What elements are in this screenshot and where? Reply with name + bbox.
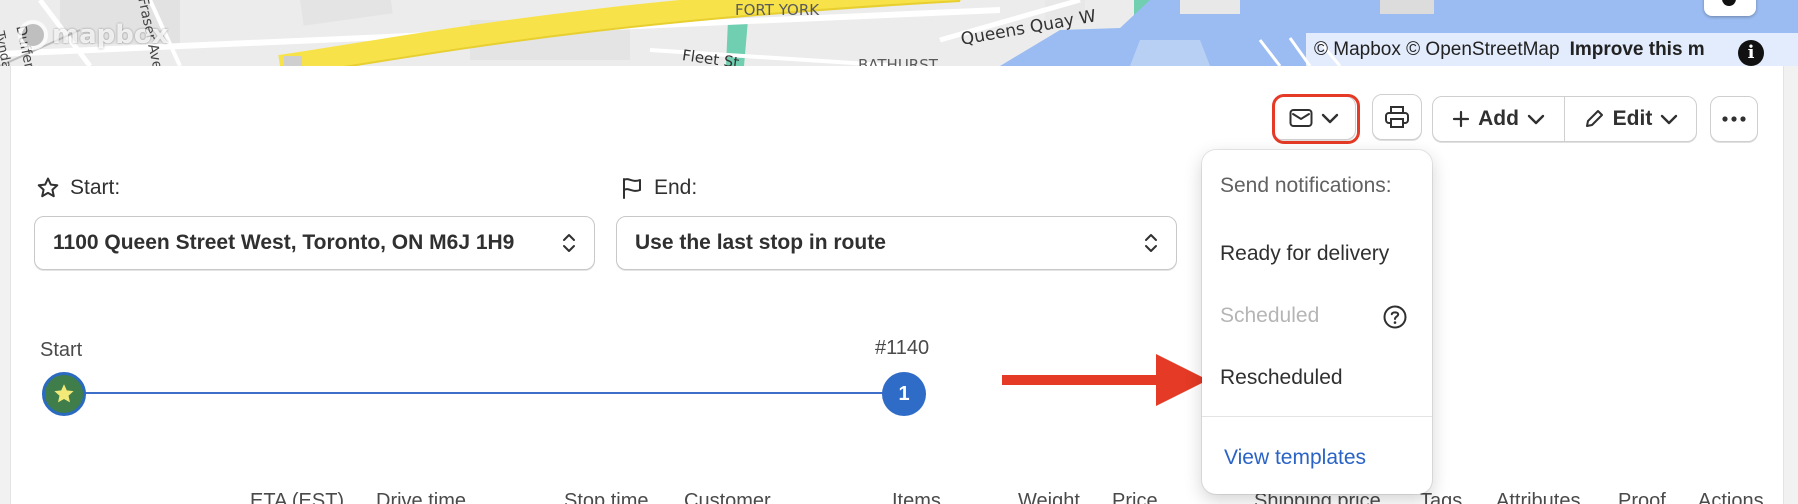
column-header-stop-time[interactable]: Stop time xyxy=(564,490,648,504)
star-icon xyxy=(54,384,74,403)
arrow-annotation-icon xyxy=(1002,354,1208,406)
help-icon[interactable] xyxy=(1382,304,1408,330)
end-location-value: Use the last stop in route xyxy=(635,231,886,254)
add-edit-button-group: Add Edit xyxy=(1432,96,1697,142)
improve-map-link[interactable]: Improve this m xyxy=(1570,39,1705,61)
map-view[interactable]: FORT YORK Queens Quay W Fleet St BATHURS… xyxy=(0,0,1798,66)
mapbox-logo[interactable]: mapbox xyxy=(18,20,169,50)
column-header-weight[interactable]: Weight xyxy=(1018,490,1080,504)
start-location-value: 1100 Queen Street West, Toronto, ON M6J … xyxy=(53,231,515,254)
flag-icon xyxy=(623,178,641,199)
edit-button-label: Edit xyxy=(1612,107,1653,130)
column-header-eta[interactable]: ETA (EST) xyxy=(250,490,344,504)
end-label-text: End: xyxy=(654,176,698,199)
add-button[interactable]: Add xyxy=(1433,97,1564,141)
chevron-down-icon xyxy=(1527,114,1545,125)
map-attribution: © Mapbox © OpenStreetMap Improve this m xyxy=(1306,33,1798,66)
print-button[interactable] xyxy=(1372,94,1422,140)
add-button-label: Add xyxy=(1478,107,1519,130)
edit-button[interactable]: Edit xyxy=(1564,97,1696,141)
info-icon[interactable]: i xyxy=(1738,40,1764,66)
column-header-items[interactable]: Items xyxy=(892,490,941,504)
view-templates-link[interactable]: View templates xyxy=(1224,446,1366,470)
select-arrows-icon xyxy=(563,234,575,252)
select-arrows-icon xyxy=(1145,234,1157,252)
menu-item-ready-for-delivery[interactable]: Ready for delivery xyxy=(1220,242,1389,266)
menu-heading: Send notifications: xyxy=(1220,174,1392,197)
star-icon xyxy=(37,177,59,198)
menu-item-scheduled: Scheduled xyxy=(1220,304,1320,327)
plus-icon xyxy=(1452,110,1470,128)
map-label-fort-york: FORT YORK xyxy=(735,1,820,19)
map-label-bathurst: BATHURST xyxy=(858,56,938,66)
attribution-text[interactable]: © Mapbox © OpenStreetMap xyxy=(1314,39,1560,61)
map-compass-control[interactable] xyxy=(1704,0,1756,16)
column-header-attributes[interactable]: Attributes xyxy=(1496,490,1580,504)
pencil-icon xyxy=(1585,110,1603,127)
more-actions-button[interactable] xyxy=(1710,96,1758,142)
column-header-proof[interactable]: Proof xyxy=(1618,490,1666,504)
start-label-text: Start: xyxy=(70,176,121,199)
menu-divider xyxy=(1202,416,1432,417)
menu-item-rescheduled[interactable]: Rescheduled xyxy=(1220,366,1343,390)
column-header-price[interactable]: Price xyxy=(1112,490,1158,504)
timeline-start-label: Start xyxy=(40,339,83,361)
printer-icon xyxy=(1385,106,1409,128)
column-header-actions[interactable]: Actions xyxy=(1698,490,1764,504)
mapbox-logo-icon xyxy=(18,20,48,50)
column-header-customer[interactable]: Customer xyxy=(684,490,771,504)
column-header-drive-time[interactable]: Drive time xyxy=(376,490,466,504)
route-line xyxy=(64,392,904,394)
send-notifications-menu: Send notifications: Ready for delivery S… xyxy=(1202,150,1432,494)
highlight-outline xyxy=(1272,94,1360,144)
mapbox-logo-text: mapbox xyxy=(52,20,169,50)
start-location-select[interactable]: 1100 Queen Street West, Toronto, ON M6J … xyxy=(34,216,595,270)
start-field-label: Start: xyxy=(36,176,120,200)
end-field-label: End: xyxy=(620,176,697,200)
stop-node[interactable]: 1 xyxy=(882,372,926,416)
column-header-tags[interactable]: Tags xyxy=(1420,490,1462,504)
timeline-stop-label: #1140 xyxy=(875,337,930,359)
start-node[interactable] xyxy=(42,372,86,416)
ellipsis-icon xyxy=(1722,116,1746,122)
chevron-down-icon xyxy=(1661,114,1678,125)
end-location-select[interactable]: Use the last stop in route xyxy=(616,216,1177,270)
